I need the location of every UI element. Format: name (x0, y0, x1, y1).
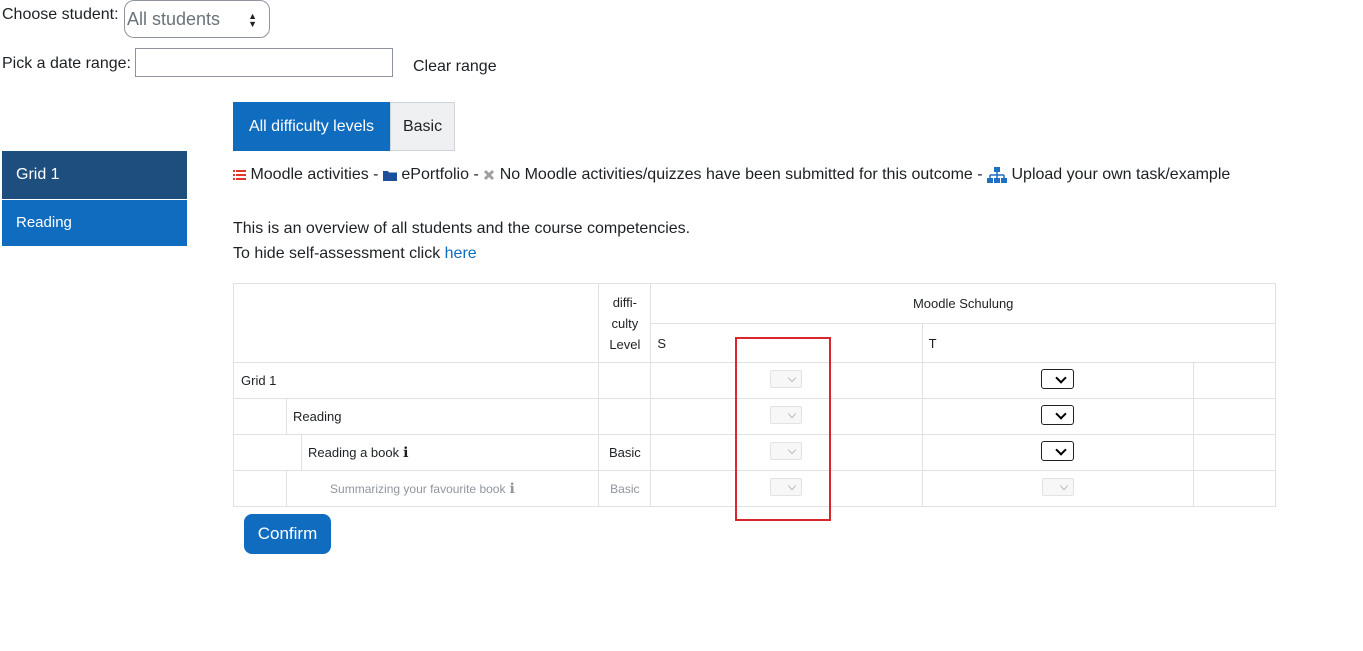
info-icon[interactable]: ℹ (509, 481, 514, 497)
diff-header-line1: diffi- (612, 294, 638, 310)
cell-extra (1192, 398, 1277, 435)
indent-cell (232, 470, 288, 507)
row-level: Basic (598, 470, 652, 507)
legend-moodle-activities: Moodle activities - (250, 166, 379, 183)
cell-extra (1192, 470, 1277, 507)
date-range-input[interactable] (135, 48, 393, 77)
column-t-header: T (921, 323, 1277, 363)
date-range-label: Pick a date range: (2, 55, 131, 72)
here-link[interactable]: here (445, 245, 477, 262)
confirm-button[interactable]: Confirm (244, 514, 331, 554)
header-blank (232, 283, 600, 363)
row-level: Basic (598, 434, 652, 471)
teacher-assessment-select (1041, 478, 1074, 496)
highlight-box (735, 337, 831, 521)
teacher-assessment-select[interactable] (1041, 441, 1075, 461)
cell-t (921, 362, 1194, 399)
row-name: Summarizing your favourite book (330, 481, 506, 496)
student-select-value: All students (127, 9, 221, 29)
row-level (598, 362, 652, 399)
select-arrows-icon: ▲ ▼ (248, 11, 257, 29)
legend-upload: Upload your own task/example (1011, 166, 1231, 183)
row-level (598, 398, 652, 435)
difficulty-level-header: diffi- culty Level (598, 283, 652, 363)
cell-t (921, 470, 1194, 507)
row-name-cell: Summarizing your favourite book ℹ (286, 470, 600, 507)
row-name: Reading a book (308, 444, 400, 460)
course-header: Moodle Schulung (650, 283, 1276, 324)
legend-eportfolio: ePortfolio - (401, 166, 479, 183)
cell-extra (1192, 362, 1277, 399)
cell-t (921, 398, 1194, 435)
diff-header-line3: Level (609, 336, 641, 352)
row-name-cell: Reading a book ℹ (301, 434, 600, 471)
row-name: Grid 1 (232, 362, 600, 399)
hide-self-assessment-text: To hide self-assessment click here (233, 245, 477, 263)
folder-icon (382, 170, 397, 181)
nav-item-grid-1[interactable]: Grid 1 (2, 151, 187, 199)
cross-icon (484, 169, 495, 181)
student-select[interactable]: All students ▲ ▼ (124, 0, 270, 38)
cell-extra (1192, 434, 1277, 471)
nav-item-reading[interactable]: Reading (2, 200, 187, 246)
list-icon (233, 169, 246, 180)
sitemap-icon (987, 166, 1008, 183)
indent-cell (232, 398, 288, 435)
legend: Moodle activities - ePortfolio - No Mood… (233, 166, 1230, 184)
indent-cell (232, 434, 303, 471)
cell-t (921, 434, 1194, 471)
clear-range-link[interactable]: Clear range (413, 58, 497, 76)
overview-text: This is an overview of all students and … (233, 220, 691, 237)
teacher-assessment-select[interactable] (1041, 405, 1075, 425)
row-name: Reading (286, 398, 600, 435)
diff-header-line2: culty (611, 315, 639, 331)
info-icon[interactable]: ℹ (403, 445, 408, 461)
choose-student-label: Choose student: (2, 6, 119, 23)
teacher-assessment-select[interactable] (1041, 369, 1075, 389)
hide-self-assessment-prefix: To hide self-assessment click (233, 245, 441, 262)
legend-no-activities: No Moodle activities/quizzes have been s… (499, 166, 983, 183)
tab-basic[interactable]: Basic (390, 102, 455, 151)
tab-all-difficulty-levels[interactable]: All difficulty levels (233, 102, 390, 151)
